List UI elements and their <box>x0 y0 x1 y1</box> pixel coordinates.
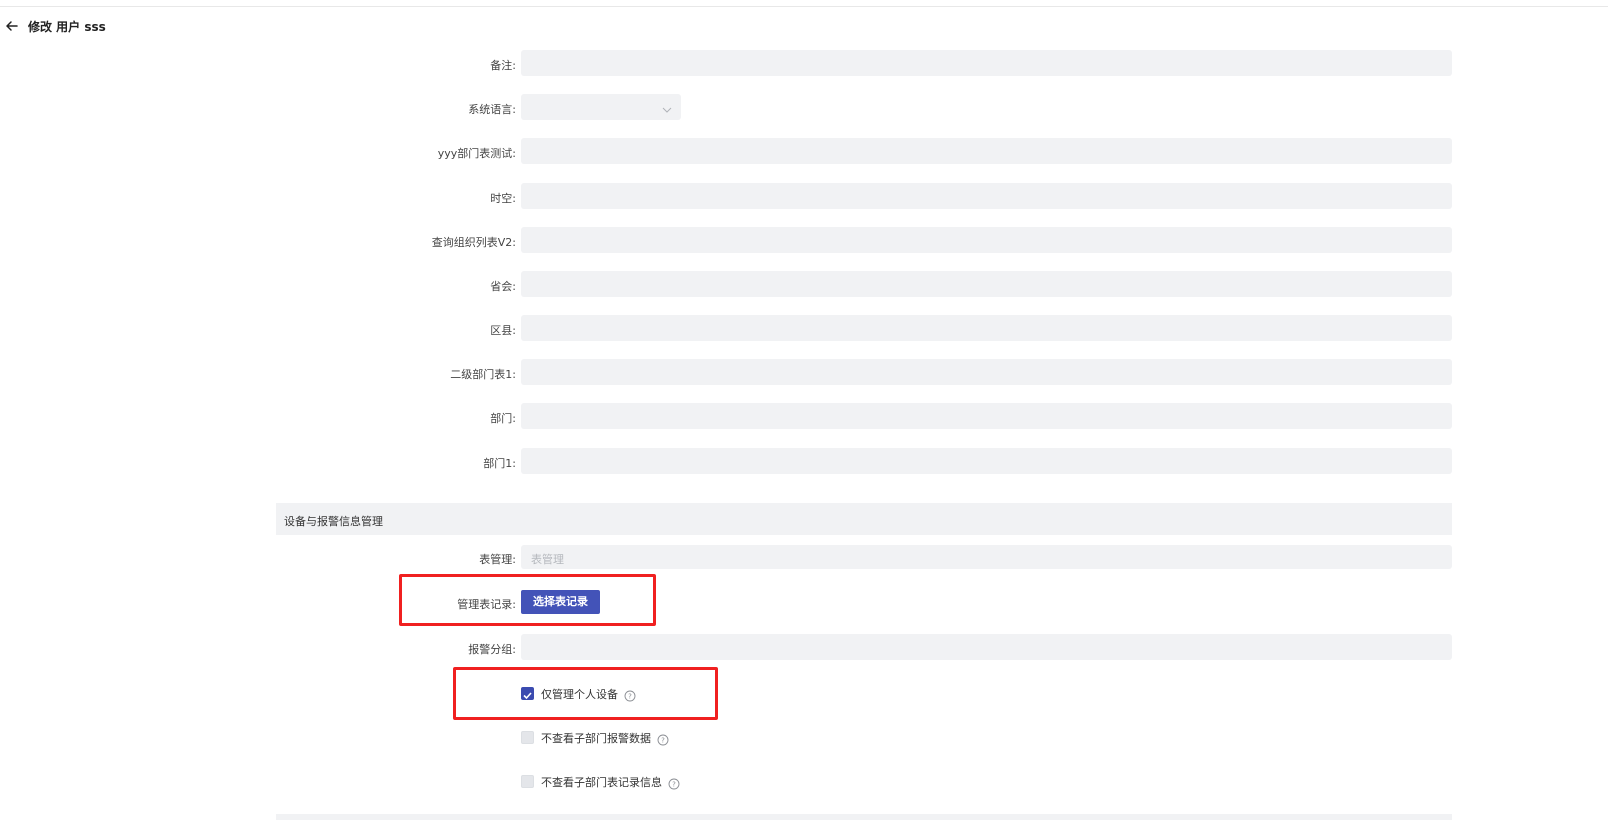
field-label: yyy部门表测试: <box>437 147 516 160</box>
field-label: 报警分组: <box>468 643 516 656</box>
system-language-select[interactable] <box>521 94 681 120</box>
select-table-records-button[interactable]: 选择表记录 <box>521 590 600 614</box>
next-section-header <box>276 814 1452 820</box>
section-title: 设备与报警信息管理 <box>284 515 383 528</box>
field-label: 区县: <box>490 324 516 337</box>
field-label: 部门: <box>490 412 516 425</box>
field-label: 表管理: <box>479 553 516 566</box>
question-circle-icon[interactable]: ? <box>657 731 669 746</box>
county-input[interactable] <box>521 315 1452 341</box>
svg-text:?: ? <box>661 737 665 745</box>
org-list-v2-input[interactable] <box>521 227 1452 253</box>
sub-dept-table-input[interactable] <box>521 359 1452 385</box>
top-divider <box>0 6 1608 7</box>
sub-dept-records-checkbox[interactable] <box>521 775 534 788</box>
table-mgmt-placeholder: 表管理 <box>531 553 564 566</box>
spacetime-input[interactable] <box>521 183 1452 209</box>
field-label: 备注: <box>490 59 516 72</box>
arrow-left-icon[interactable] <box>4 18 20 34</box>
field-label: 部门1: <box>483 457 516 470</box>
field-label: 管理表记录: <box>457 598 516 611</box>
section-header: 设备与报警信息管理 <box>276 503 1452 535</box>
dept-input[interactable] <box>521 403 1452 429</box>
personal-devices-checkbox[interactable] <box>521 687 534 700</box>
checkbox-label: 不查看子部门报警数据 <box>541 732 651 745</box>
remark-input[interactable] <box>521 50 1452 76</box>
question-circle-icon[interactable]: ? <box>668 775 680 790</box>
page-title: 修改 用户 sss <box>28 20 106 34</box>
field-label: 省会: <box>490 280 516 293</box>
svg-text:?: ? <box>672 781 676 789</box>
chevron-down-icon <box>661 101 673 113</box>
svg-text:?: ? <box>628 693 632 701</box>
sub-dept-alarm-checkbox[interactable] <box>521 731 534 744</box>
field-label: 二级部门表1: <box>450 368 516 381</box>
province-input[interactable] <box>521 271 1452 297</box>
checkbox-label: 不查看子部门表记录信息 <box>541 776 662 789</box>
field-label: 查询组织列表V2: <box>431 236 516 249</box>
checkbox-label: 仅管理个人设备 <box>541 688 618 701</box>
question-circle-icon[interactable]: ? <box>624 687 636 702</box>
field-label: 时空: <box>490 192 516 205</box>
table-mgmt-input[interactable]: 表管理 <box>521 545 1452 569</box>
yyy-dept-test-input[interactable] <box>521 138 1452 164</box>
alarm-group-input[interactable] <box>521 634 1452 660</box>
dept1-input[interactable] <box>521 448 1452 474</box>
field-label: 系统语言: <box>468 103 516 116</box>
